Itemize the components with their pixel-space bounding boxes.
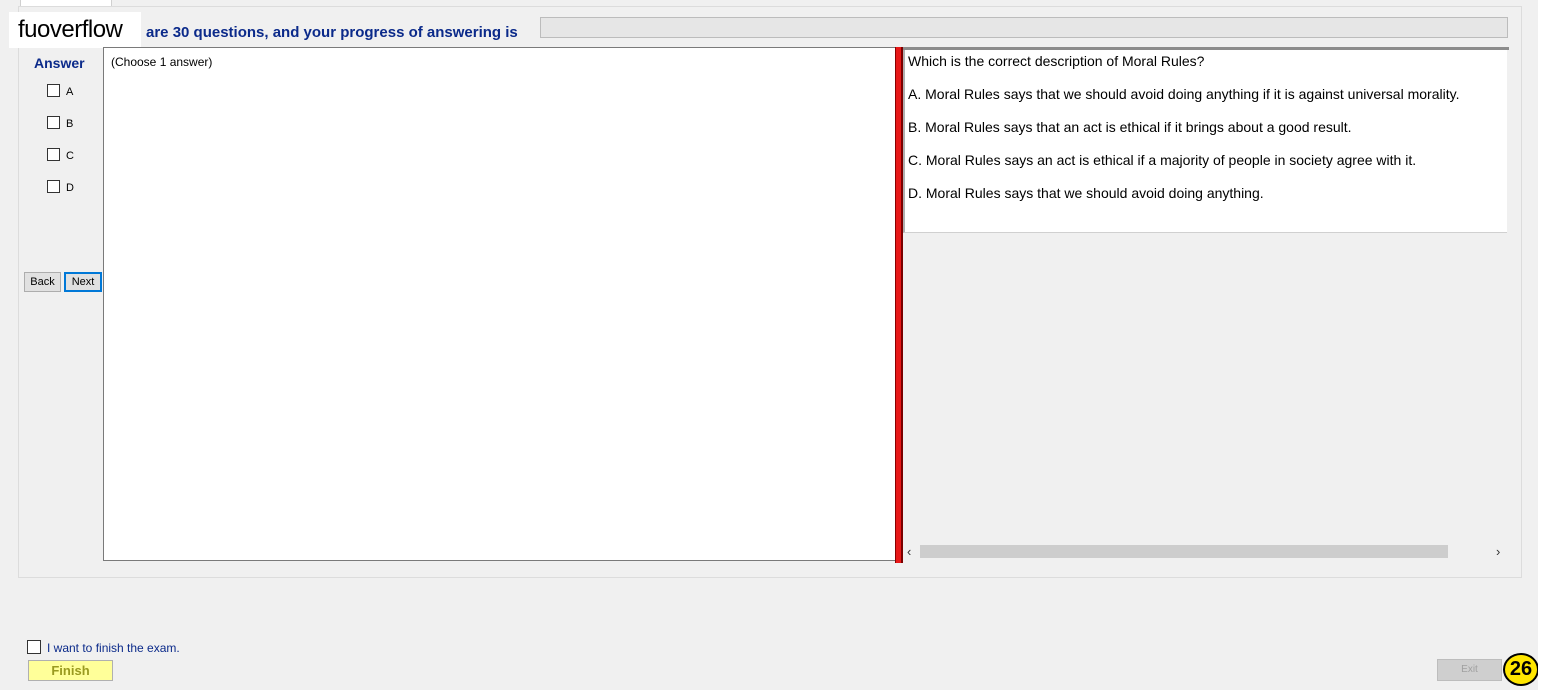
scroll-thumb[interactable]: [920, 545, 1448, 558]
finish-confirm[interactable]: I want to finish the exam.: [27, 640, 180, 655]
question-box: Which is the correct description of Mora…: [903, 50, 1507, 233]
answer-title: Answer: [34, 55, 85, 71]
question-panel: Which is the correct description of Mora…: [903, 47, 1509, 563]
option-b-label: B: [66, 118, 74, 130]
watermark-label: fuoverflow: [9, 12, 141, 48]
option-a-label: A: [66, 86, 74, 98]
finish-confirm-checkbox[interactable]: [27, 640, 41, 654]
choice-c: C. Moral Rules says an act is ethical if…: [908, 152, 1417, 168]
scroll-left-icon[interactable]: ‹: [907, 542, 911, 561]
option-c-checkbox[interactable]: [47, 148, 60, 161]
right-edge: [1538, 0, 1542, 690]
option-b[interactable]: B: [47, 116, 73, 132]
answer-area[interactable]: (Choose 1 answer): [103, 47, 895, 561]
choose-instruction: (Choose 1 answer): [111, 55, 213, 69]
option-a-checkbox[interactable]: [47, 84, 60, 97]
progress-bar: [540, 17, 1508, 38]
next-button[interactable]: Next: [64, 272, 102, 292]
exit-button[interactable]: Exit: [1437, 659, 1502, 681]
choice-a: A. Moral Rules says that we should avoid…: [908, 86, 1460, 102]
question-number-badge: 26: [1503, 653, 1539, 686]
option-c[interactable]: C: [47, 148, 74, 164]
back-button[interactable]: Back: [24, 272, 61, 292]
option-d[interactable]: D: [47, 180, 74, 196]
finish-confirm-label: I want to finish the exam.: [47, 641, 180, 655]
progress-label: are 30 questions, and your progress of a…: [146, 24, 518, 41]
question-text: Which is the correct description of Mora…: [908, 53, 1205, 69]
scroll-right-icon[interactable]: ›: [1496, 542, 1500, 561]
choice-b: B. Moral Rules says that an act is ethic…: [908, 119, 1352, 135]
option-a[interactable]: A: [47, 84, 73, 100]
horizontal-scrollbar[interactable]: ‹ ›: [903, 542, 1508, 561]
option-c-label: C: [66, 150, 74, 162]
choice-d: D. Moral Rules says that we should avoid…: [908, 185, 1264, 201]
option-b-checkbox[interactable]: [47, 116, 60, 129]
option-d-label: D: [66, 182, 74, 194]
finish-button[interactable]: Finish: [28, 660, 113, 681]
option-d-checkbox[interactable]: [47, 180, 60, 193]
